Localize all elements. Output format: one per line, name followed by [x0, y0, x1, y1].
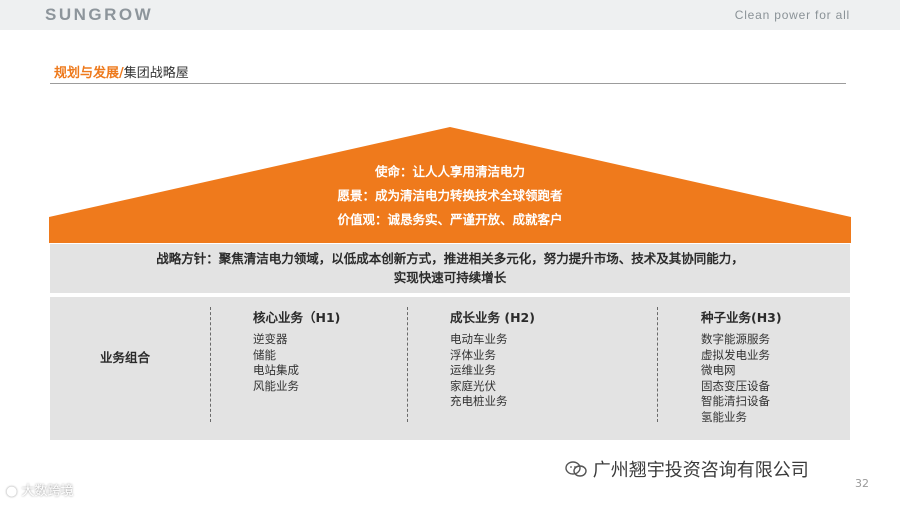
list-item: 数字能源服务 [701, 332, 770, 346]
list-item: 固态变压设备 [701, 378, 770, 393]
list-item: 储能 [253, 347, 276, 362]
list-item: 运维业务 [450, 363, 496, 377]
wechat-account-name: 广州翘宇投资咨询有限公司 [592, 460, 809, 481]
column-divider [407, 307, 408, 422]
business-column-h2: 成长业务 (H2) 电动车业务 浮体业务 运维业务 家庭光伏 充电桩业务 [450, 307, 535, 410]
list-item: 浮体业务 [450, 347, 496, 362]
section-title: 规划与发展/集团战略屋 [54, 62, 189, 81]
top-bar: SUNGROW Clean power for all [0, 0, 900, 30]
wechat-account-watermark: 广州翘宇投资咨询有限公司 [565, 456, 809, 482]
business-portfolio-label: 业务组合 [100, 350, 151, 365]
column-divider [210, 307, 211, 422]
list-item: 微电网 [701, 363, 736, 377]
tagline: Clean power for all [734, 8, 850, 22]
column-title: 种子业务(H3) [701, 310, 782, 325]
list-item: 氢能业务 [701, 409, 747, 424]
watermark-text: 大数跨境 [21, 484, 74, 499]
list-item: 虚拟发电业务 [701, 347, 770, 362]
list-item: 风能业务 [253, 378, 299, 393]
strategy-policy-text: 战略方针：聚焦清洁电力领域，以低成本创新方式，推进相关多元化，努力提升市场、技术… [130, 249, 770, 287]
title-divider [50, 83, 846, 84]
list-item: 电站集成 [253, 363, 299, 377]
column-divider [657, 307, 658, 422]
vision-text: 愿景：成为清洁电力转换技术全球领跑者 [337, 188, 563, 203]
list-item: 家庭光伏 [450, 378, 496, 393]
business-column-h1: 核心业务（H1) 逆变器 储能 电站集成 风能业务 [253, 307, 340, 394]
wechat-icon [565, 461, 587, 477]
business-portfolio-band: 业务组合 核心业务（H1) 逆变器 储能 电站集成 风能业务 成长业务 (H2)… [50, 297, 850, 440]
list-item: 充电桩业务 [450, 394, 508, 408]
strategy-line-1: 战略方针：聚焦清洁电力领域，以低成本创新方式，推进相关多元化，努力提升市场、技术… [156, 251, 744, 266]
section-title-secondary: 集团战略屋 [123, 66, 189, 81]
column-title: 核心业务（H1) [253, 310, 341, 325]
mission-text: 使命：让人人享用清洁电力 [374, 164, 525, 179]
business-column-h3: 种子业务(H3) 数字能源服务 虚拟发电业务 微电网 固态变压设备 智能清扫设备… [701, 307, 782, 425]
section-title-primary: 规划与发展/ [54, 66, 124, 81]
list-item: 电动车业务 [450, 332, 508, 346]
list-item: 智能清扫设备 [701, 394, 770, 408]
column-title: 成长业务 (H2) [450, 310, 535, 325]
watermark-logo: ● 大数跨境 [6, 480, 74, 499]
sungrow-logo: SUNGROW [45, 5, 154, 24]
strategy-policy-band: 战略方针：聚焦清洁电力领域，以低成本创新方式，推进相关多元化，努力提升市场、技术… [50, 244, 850, 293]
page-number: 32 [855, 477, 869, 490]
strategy-line-2: 实现快速可持续增长 [393, 270, 507, 285]
values-text: 价值观：诚恳务实、严谨开放、成就客户 [337, 212, 563, 227]
list-item: 逆变器 [253, 332, 288, 346]
watermark-icon: ● [6, 484, 18, 499]
